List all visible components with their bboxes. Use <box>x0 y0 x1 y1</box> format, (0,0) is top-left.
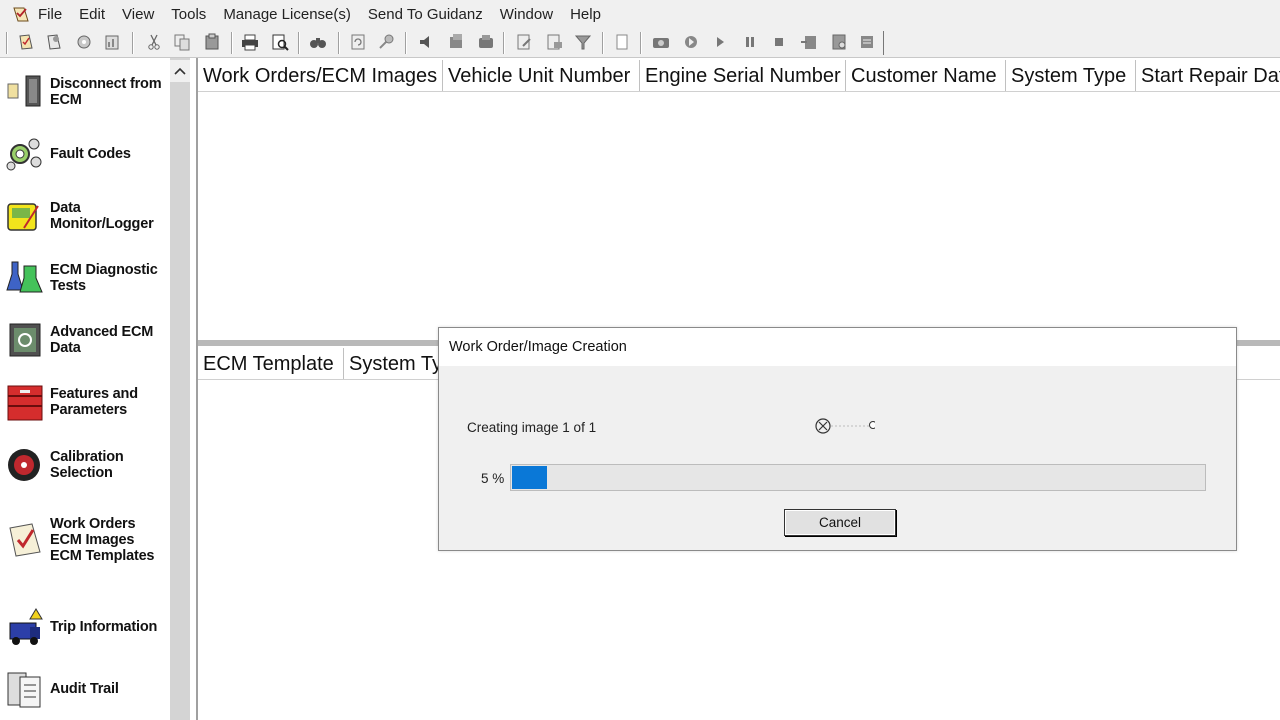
paste-icon[interactable] <box>202 32 222 52</box>
calibration-disc-icon <box>6 445 44 485</box>
progress-bar <box>510 464 1206 491</box>
menu-help[interactable]: Help <box>570 6 601 23</box>
refresh-icon[interactable] <box>348 32 368 52</box>
settings-page-icon[interactable] <box>829 32 849 52</box>
stop-icon[interactable] <box>769 32 789 52</box>
notes-icon[interactable] <box>857 32 877 52</box>
camera-icon[interactable] <box>651 32 671 52</box>
toolbar-separator <box>6 32 8 54</box>
cut-icon[interactable] <box>144 32 164 52</box>
sidebar-item-label: ECM Diagnostic Tests <box>50 262 158 294</box>
sidebar-item-features-parameters[interactable]: Features and Parameters <box>6 382 168 422</box>
sidebar-item-label: Trip Information <box>50 619 158 635</box>
work-orders-grid-header: Work Orders/ECM Images Vehicle Unit Numb… <box>198 60 1280 92</box>
sidebar-item-label: Fault Codes <box>50 146 131 162</box>
sidebar-item-fault-codes[interactable]: Fault Codes <box>6 134 168 174</box>
toolbar <box>0 28 1280 58</box>
sidebar-item-trip-information[interactable]: Trip Information <box>6 607 168 647</box>
filter-icon[interactable] <box>573 32 593 52</box>
toolbar-separator <box>602 32 604 54</box>
copy-icon[interactable] <box>172 32 192 52</box>
column-header-customer-name[interactable]: Customer Name <box>846 60 1006 91</box>
sidebar-item-work-orders[interactable]: Work Orders ECM Images ECM Templates <box>6 516 168 564</box>
dialog-status-text: Creating image 1 of 1 <box>467 420 597 435</box>
column-header-start-repair-date[interactable]: Start Repair Dat <box>1136 60 1280 91</box>
ecm-icon[interactable] <box>446 32 466 52</box>
play-icon[interactable] <box>710 32 730 52</box>
speaker-icon[interactable] <box>416 32 436 52</box>
column-header-system-type[interactable]: System Type <box>1006 60 1136 91</box>
sidebar-item-audit-trail[interactable]: Audit Trail <box>6 669 168 709</box>
sidebar-item-label: Advanced ECM Data <box>50 324 154 356</box>
toolbar-separator <box>338 32 340 54</box>
column-header-engine-serial-number[interactable]: Engine Serial Number <box>640 60 846 91</box>
new-icon[interactable] <box>16 32 36 52</box>
menu-edit[interactable]: Edit <box>79 6 105 23</box>
menu-manage-licenses[interactable]: Manage License(s) <box>223 6 351 23</box>
record-icon[interactable] <box>681 32 701 52</box>
toolbar-separator <box>503 32 505 54</box>
report-icon[interactable] <box>102 32 122 52</box>
document-edit-icon[interactable] <box>514 32 534 52</box>
truck-icon <box>6 607 44 647</box>
scroll-up-arrow-icon[interactable] <box>170 60 190 82</box>
sidebar-item-calibration-selection[interactable]: Calibration Selection <box>6 445 168 485</box>
connect-icon[interactable] <box>376 32 396 52</box>
sidebar-item-disconnect[interactable]: Disconnect from ECM <box>6 72 168 112</box>
sidebar-item-label: Calibration Selection <box>50 449 124 481</box>
menu-send-to-guidanz[interactable]: Send To Guidanz <box>368 6 483 23</box>
audit-trail-icon <box>6 669 44 709</box>
gear-icon[interactable] <box>74 32 94 52</box>
binoculars-icon[interactable] <box>308 32 328 52</box>
menu-tools[interactable]: Tools <box>171 6 206 23</box>
document-list-icon[interactable] <box>544 32 564 52</box>
column-header-ecm-template[interactable]: ECM Template <box>198 348 344 379</box>
open-icon[interactable] <box>44 32 64 52</box>
menu-bar: File Edit View Tools Manage License(s) S… <box>0 0 1280 28</box>
toolbar-end-separator <box>883 31 884 55</box>
print-icon[interactable] <box>240 32 260 52</box>
app-logo-icon[interactable] <box>12 5 30 23</box>
progress-percent-label: 5 % <box>481 471 505 486</box>
pause-icon[interactable] <box>740 32 760 52</box>
sidebar-item-label: Features and Parameters <box>50 386 138 418</box>
sidebar: Disconnect from ECM Fault Codes Data Mon… <box>0 58 190 720</box>
sidebar-item-ecm-diagnostic-tests[interactable]: ECM Diagnostic Tests <box>6 258 168 298</box>
toolbar-separator <box>405 32 407 54</box>
disconnect-icon <box>6 72 44 112</box>
sidebar-item-data-monitor[interactable]: Data Monitor/Logger <box>6 196 168 236</box>
menu-view[interactable]: View <box>122 6 154 23</box>
advanced-ecm-icon <box>6 320 44 360</box>
sidebar-scrollbar[interactable] <box>170 58 190 720</box>
features-toolbox-icon <box>6 382 44 422</box>
sidebar-item-label: Data Monitor/Logger <box>50 200 154 232</box>
progress-bar-fill <box>512 466 547 489</box>
diagnostic-flask-icon <box>6 258 44 298</box>
toolbar-separator <box>298 32 300 54</box>
toolbar-separator <box>132 32 134 54</box>
print-preview-icon[interactable] <box>270 32 290 52</box>
sidebar-item-label: Audit Trail <box>50 681 119 697</box>
toolbar-separator <box>640 32 642 54</box>
column-header-vehicle-unit-number[interactable]: Vehicle Unit Number <box>443 60 640 91</box>
sidebar-item-label: Work Orders ECM Images ECM Templates <box>50 516 155 564</box>
data-monitor-icon <box>6 196 44 236</box>
cancel-button[interactable]: Cancel <box>784 509 896 536</box>
work-order-image-creation-dialog: Work Order/Image Creation Creating image… <box>438 327 1237 551</box>
blank-page-icon[interactable] <box>612 32 632 52</box>
work-orders-checklist-icon <box>6 520 44 560</box>
sidebar-item-label: Disconnect from ECM <box>50 76 162 108</box>
sidebar-item-advanced-ecm-data[interactable]: Advanced ECM Data <box>6 320 168 360</box>
module-icon[interactable] <box>476 32 496 52</box>
column-header-work-orders[interactable]: Work Orders/ECM Images <box>198 60 443 91</box>
export-icon[interactable] <box>799 32 819 52</box>
menu-window[interactable]: Window <box>500 6 553 23</box>
fault-codes-icon <box>6 134 44 174</box>
dialog-title: Work Order/Image Creation <box>439 328 1236 366</box>
menu-file[interactable]: File <box>38 6 62 23</box>
busy-animation-icon <box>815 417 877 435</box>
toolbar-separator <box>231 32 233 54</box>
